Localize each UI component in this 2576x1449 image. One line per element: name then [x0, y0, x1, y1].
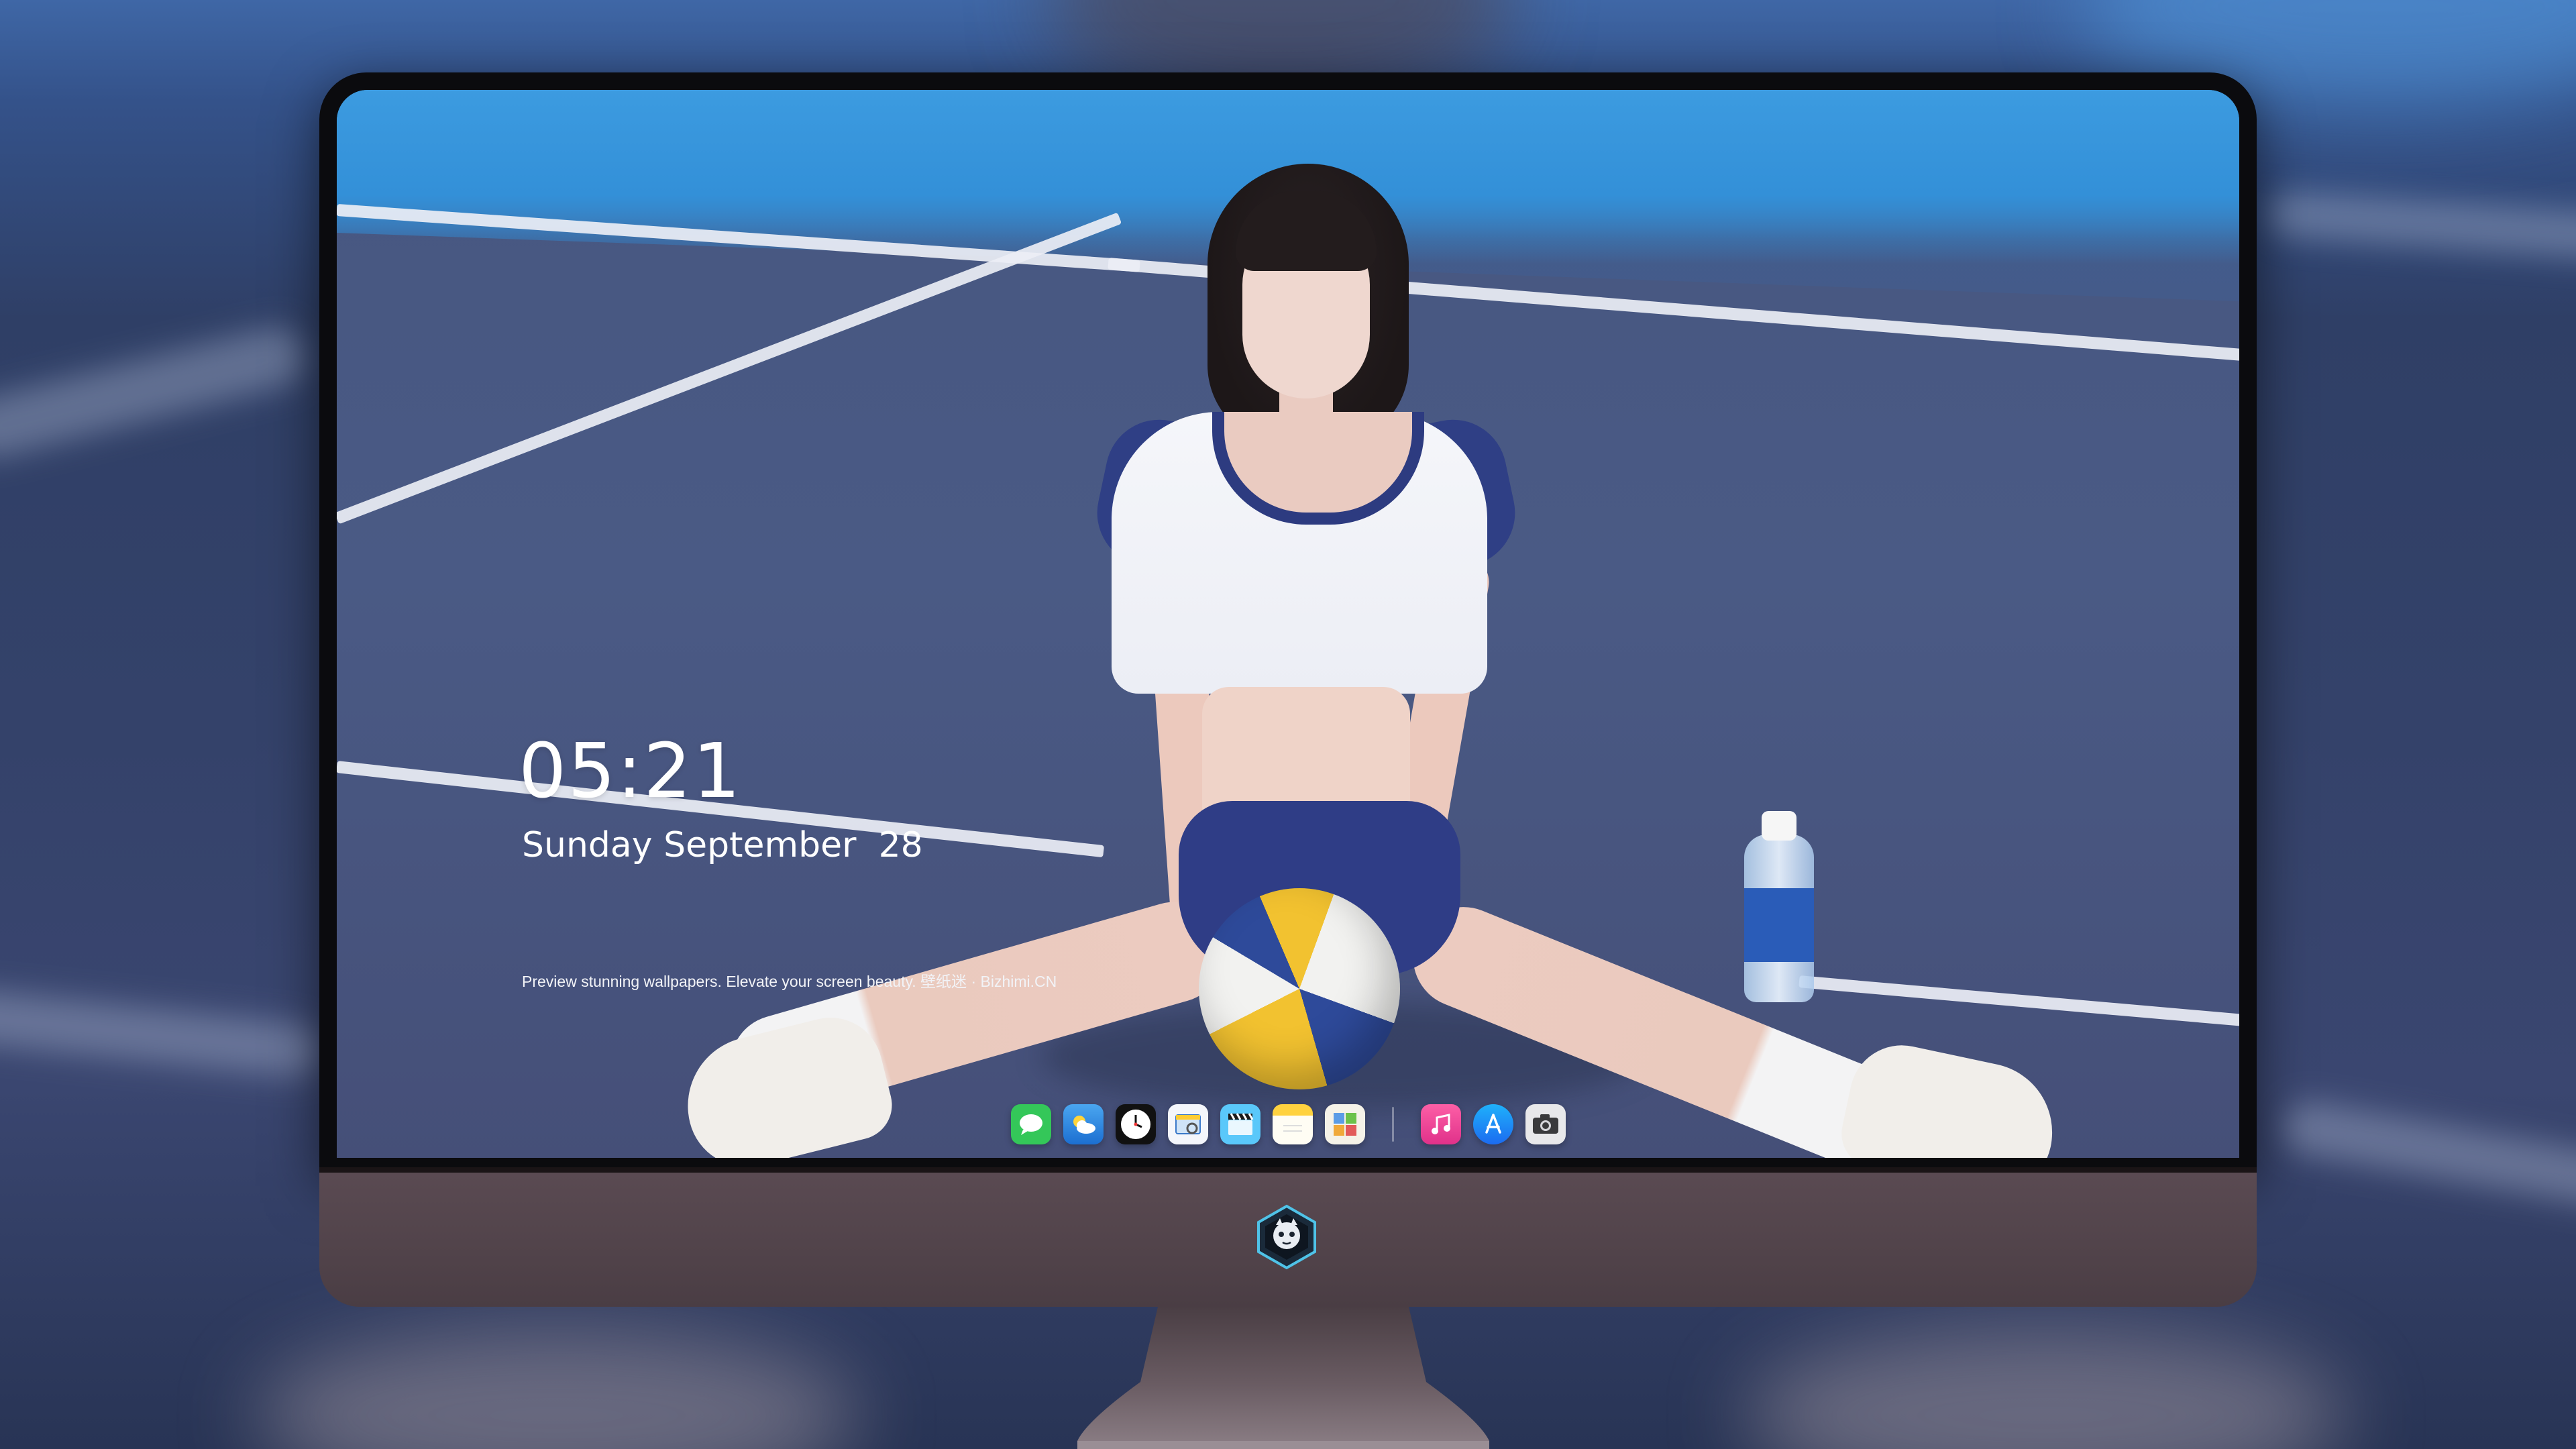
background-court-line [2266, 189, 2576, 261]
camera-icon[interactable] [1525, 1104, 1566, 1144]
water-bottle-label [1744, 888, 1814, 962]
notes-icon[interactable] [1272, 1104, 1313, 1144]
dock-separator [1391, 1107, 1394, 1142]
volleyball [1199, 888, 1400, 1089]
background-court-line [0, 986, 324, 1080]
monitor-bezel: 05:21 Sunday September 28 Preview stunni… [319, 72, 2257, 1173]
dock [337, 1100, 2239, 1148]
monitor-stand [1077, 1307, 1489, 1449]
preview-icon[interactable] [1167, 1104, 1208, 1144]
background-glow [1744, 1328, 2348, 1449]
messages-icon[interactable] [1010, 1104, 1051, 1144]
clapperboard-icon[interactable] [1220, 1104, 1260, 1144]
screen: 05:21 Sunday September 28 Preview stunni… [337, 90, 2239, 1158]
dock-tray [1010, 1104, 1566, 1144]
lockscreen-date: Sunday September 28 [522, 825, 923, 865]
wallpaper-credit: Preview stunning wallpapers. Elevate you… [522, 973, 1057, 990]
lockscreen-time: 05:21 [519, 728, 742, 815]
app-store-icon[interactable] [1472, 1104, 1513, 1144]
background-court-line [0, 321, 311, 464]
weather-icon[interactable] [1063, 1104, 1104, 1144]
water-bottle-cap [1762, 811, 1796, 841]
brand-logo-icon [1253, 1203, 1320, 1271]
photo-gallery-icon[interactable] [1324, 1104, 1365, 1144]
background-court-line [2279, 1097, 2576, 1211]
background-glow [255, 1328, 859, 1449]
clock-icon[interactable] [1115, 1104, 1156, 1144]
music-icon[interactable] [1420, 1104, 1461, 1144]
monitor: 05:21 Sunday September 28 Preview stunni… [319, 72, 2257, 1307]
